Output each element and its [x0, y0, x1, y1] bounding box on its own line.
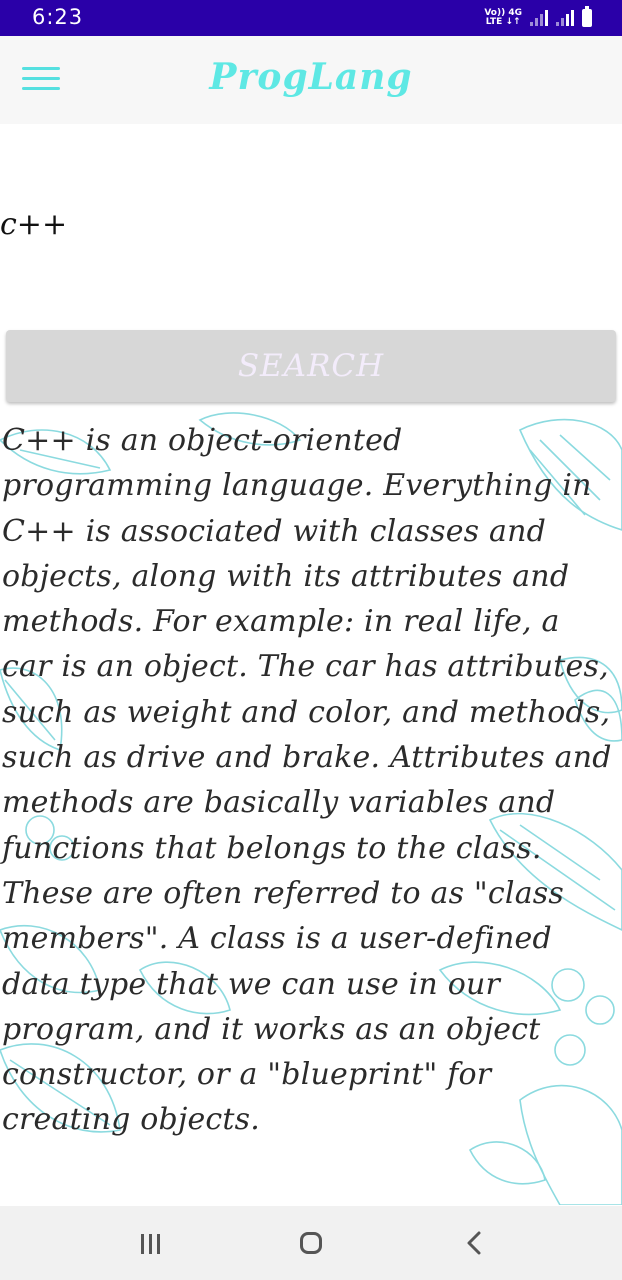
navigation-bar: [0, 1206, 622, 1280]
app-bar: ProgLang: [0, 36, 622, 124]
network-label-bottom: LTE ↓↑: [485, 17, 521, 27]
status-icons: Vo)) 4G LTE ↓↑: [484, 6, 592, 30]
result-description: C++ is an object-oriented programming la…: [2, 423, 612, 1138]
signal-icon: [530, 10, 548, 26]
status-bar: 6:23 Vo)) 4G LTE ↓↑: [0, 0, 622, 36]
home-icon[interactable]: [292, 1226, 332, 1260]
status-time: 6:23: [32, 5, 84, 29]
signal-icon: [556, 10, 574, 26]
volte-icon: Vo)) 4G LTE ↓↑: [484, 9, 522, 27]
app-title: ProgLang: [209, 56, 413, 98]
search-area: [0, 124, 622, 324]
search-button[interactable]: SEARCH: [6, 330, 616, 402]
search-input[interactable]: [0, 202, 400, 246]
recent-apps-icon[interactable]: [131, 1226, 171, 1260]
back-icon[interactable]: [455, 1226, 495, 1260]
result-area: C++ is an object-oriented programming la…: [0, 410, 622, 1205]
battery-icon: [582, 6, 592, 27]
